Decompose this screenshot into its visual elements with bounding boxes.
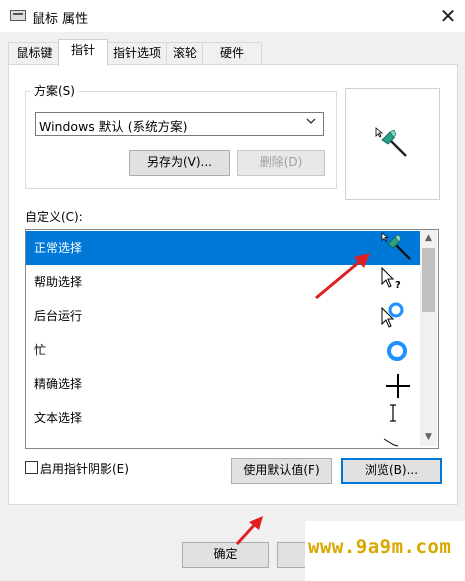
annotation-arrow-icon xyxy=(312,248,374,305)
scroll-up-icon[interactable]: ▲ xyxy=(420,230,437,247)
help-select-cursor-icon: ? xyxy=(380,266,406,295)
scroll-down-icon[interactable]: ▼ xyxy=(420,429,437,446)
annotation-arrow-icon xyxy=(233,514,267,551)
window-title: 鼠标 属性 xyxy=(32,12,89,27)
pointer-shadow-checkbox[interactable] xyxy=(25,461,38,474)
precision-select-cursor-icon xyxy=(385,373,411,402)
mouse-properties-icon xyxy=(10,10,26,21)
tab-pointer-options[interactable]: 指针选项 xyxy=(106,42,168,65)
tab-wheel[interactable]: 滚轮 xyxy=(166,42,204,65)
custom-label: 自定义(C): xyxy=(25,210,83,224)
close-icon[interactable]: ✕ xyxy=(434,2,462,30)
watermark-text: www.9a9m.com xyxy=(308,536,452,558)
delete-button[interactable]: 删除(D) xyxy=(237,150,325,176)
scheme-select-value: Windows 默认 (系统方案) xyxy=(39,119,188,134)
working-in-background-cursor-icon xyxy=(380,300,406,331)
scroll-thumb[interactable] xyxy=(422,248,435,312)
list-item[interactable]: 精确选择 xyxy=(26,367,420,401)
tab-hardware[interactable]: 硬件 xyxy=(202,42,262,65)
save-as-button[interactable]: 另存为(V)... xyxy=(129,150,230,176)
normal-select-cursor-icon xyxy=(380,231,414,266)
handwriting-cursor-icon xyxy=(382,436,402,450)
text-select-cursor-icon xyxy=(388,403,398,426)
tab-pointers[interactable]: 指针 xyxy=(58,39,108,66)
tab-mouse-buttons[interactable]: 鼠标键 xyxy=(8,42,61,65)
list-item[interactable]: 忙 xyxy=(26,333,420,367)
list-item[interactable]: 文本选择 xyxy=(26,401,420,435)
preview-cursor-icon xyxy=(374,126,410,163)
use-default-button[interactable]: 使用默认值(F) xyxy=(231,458,332,484)
chevron-down-icon xyxy=(306,116,316,129)
busy-cursor-icon xyxy=(386,340,408,365)
pointer-shadow-label: 启用指针阴影(E) xyxy=(40,462,129,476)
svg-text:?: ? xyxy=(395,280,401,291)
scheme-label: 方案(S) xyxy=(31,82,78,99)
browse-button[interactable]: 浏览(B)... xyxy=(341,458,442,484)
